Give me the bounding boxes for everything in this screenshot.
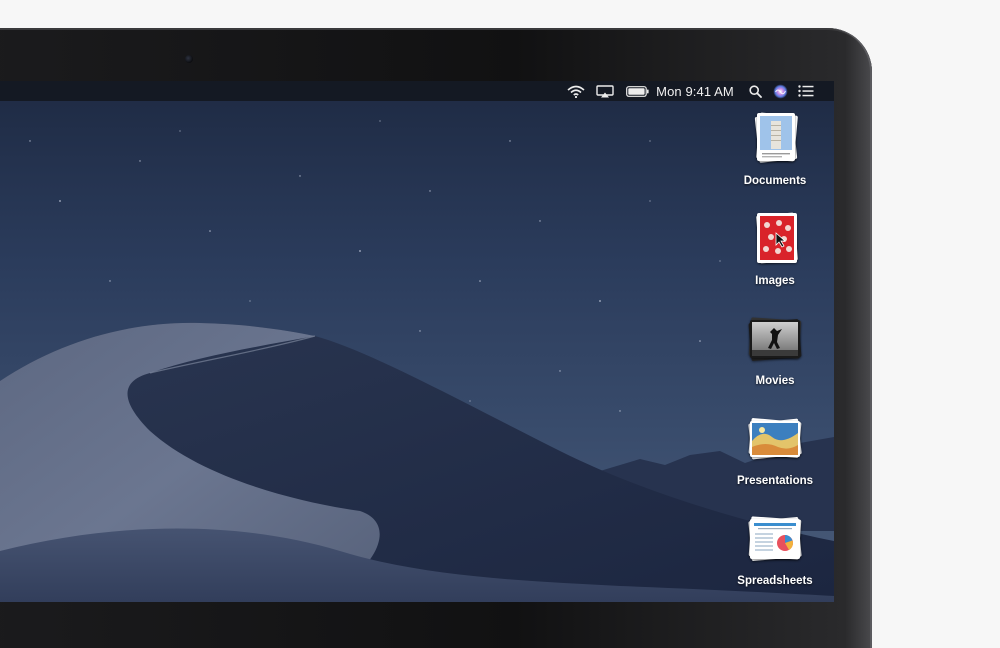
- battery-icon[interactable]: [624, 81, 650, 101]
- stack-images[interactable]: Images: [720, 211, 830, 287]
- stack-presentations[interactable]: Presentations: [720, 411, 830, 487]
- desktop-screen: Mon 9:41 AM Documents Images Movies Pres…: [0, 81, 834, 602]
- camera-icon: [185, 55, 193, 63]
- siri-icon[interactable]: [769, 81, 791, 101]
- stack-label: Presentations: [736, 475, 814, 487]
- presentations-stack-icon: [745, 411, 805, 471]
- stack-documents[interactable]: Documents: [720, 111, 830, 187]
- stack-label: Spreadsheets: [737, 575, 813, 587]
- stack-label: Images: [755, 275, 795, 287]
- stack-label: Documents: [743, 175, 807, 187]
- menu-bar: Mon 9:41 AM: [0, 81, 834, 101]
- documents-stack-icon: [745, 111, 805, 171]
- wifi-icon[interactable]: [565, 81, 587, 101]
- images-stack-icon: [745, 211, 805, 271]
- movies-stack-icon: [745, 311, 805, 371]
- airplay-icon[interactable]: [594, 81, 616, 101]
- spreadsheets-stack-icon: [745, 511, 805, 571]
- stack-spreadsheets[interactable]: Spreadsheets: [720, 511, 830, 587]
- spotlight-search-icon[interactable]: [745, 81, 765, 101]
- notification-center-icon[interactable]: [795, 81, 817, 101]
- stack-label: Movies: [755, 375, 795, 387]
- mojave-night-wallpaper: [0, 81, 834, 602]
- stack-movies[interactable]: Movies: [720, 311, 830, 387]
- menubar-clock[interactable]: Mon 9:41 AM: [655, 81, 735, 101]
